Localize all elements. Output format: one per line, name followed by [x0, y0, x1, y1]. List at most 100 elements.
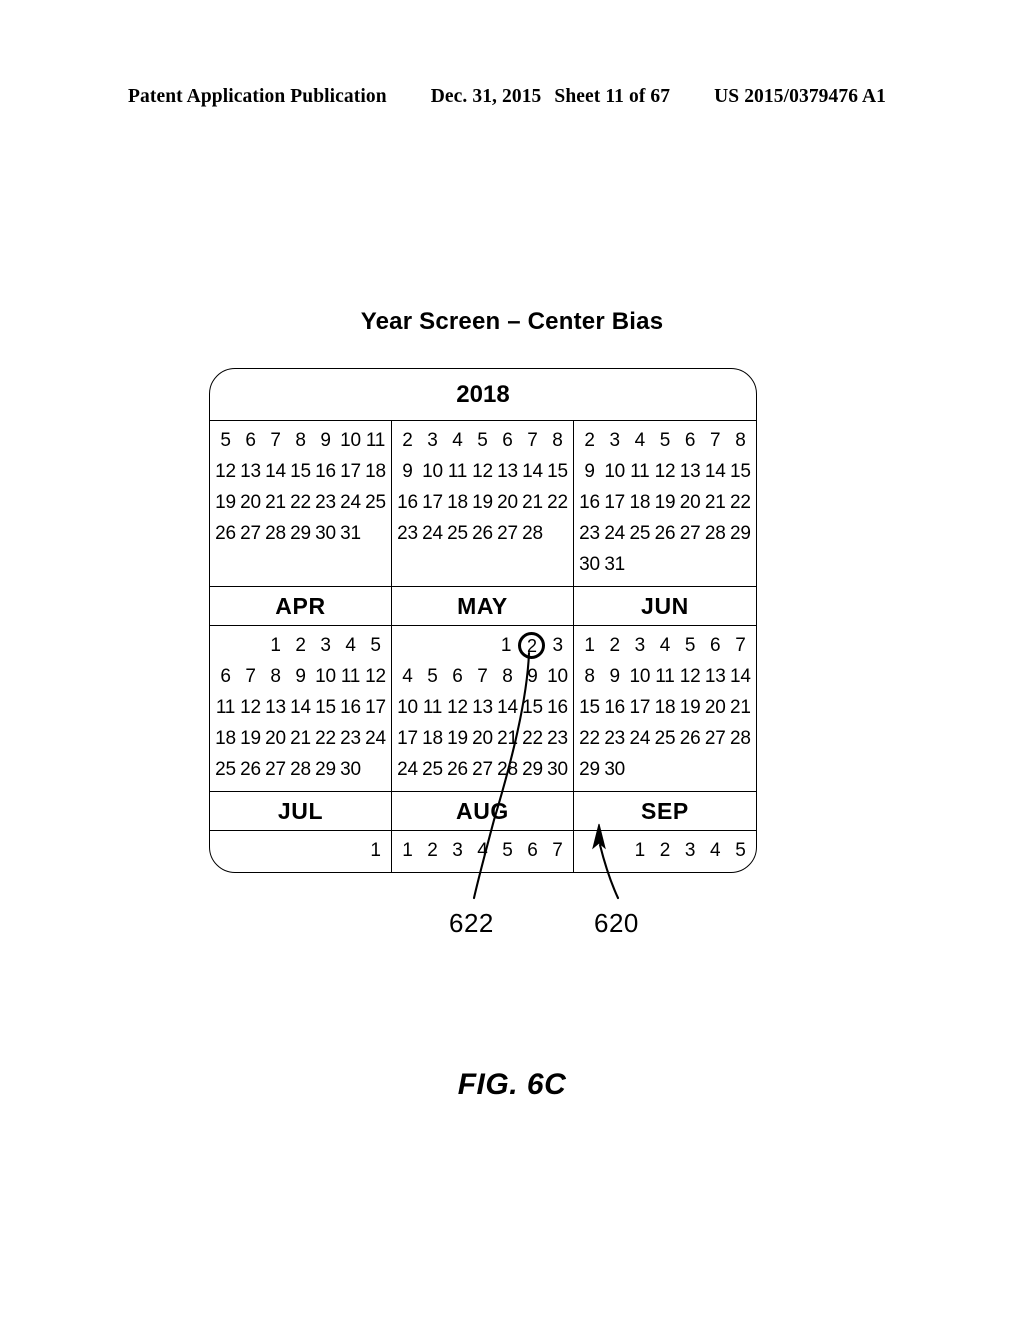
day-cell[interactable]: 13 — [678, 462, 703, 481]
day-cell[interactable]: 14 — [703, 462, 728, 481]
day-cell[interactable]: 18 — [420, 729, 445, 748]
day-cell[interactable]: 25 — [627, 524, 652, 543]
day-cell[interactable]: 20 — [470, 729, 495, 748]
day-cell[interactable]: 9 — [520, 667, 545, 686]
day-cell[interactable]: 8 — [495, 667, 520, 686]
day-cell[interactable]: 5 — [678, 636, 703, 655]
day-cell[interactable]: 27 — [678, 524, 703, 543]
day-cell[interactable]: 12 — [213, 462, 238, 481]
day-cell[interactable]: 7 — [238, 667, 263, 686]
day-cell[interactable]: 24 — [602, 524, 627, 543]
day-cell[interactable]: 13 — [703, 667, 728, 686]
day-cell[interactable]: 30 — [545, 760, 570, 779]
day-cell[interactable]: 12 — [470, 462, 495, 481]
day-cell[interactable]: 17 — [602, 493, 627, 512]
day-cell[interactable]: 8 — [577, 667, 602, 686]
day-cell[interactable]: 12 — [363, 667, 388, 686]
day-cell[interactable]: 20 — [678, 493, 703, 512]
day-cell[interactable]: 13 — [470, 698, 495, 717]
day-cell[interactable]: 19 — [213, 493, 238, 512]
day-cell[interactable]: 28 — [495, 760, 520, 779]
calendar-column-1b[interactable]: 2 3 4 5 6 7 8 9 10 11 12 13 14 15 16 17 18 19 20 21 22 23 24 25… — [392, 421, 574, 586]
day-cell[interactable]: 16 — [602, 698, 627, 717]
day-cell[interactable]: 15 — [313, 698, 338, 717]
day-cell[interactable]: 25 — [213, 760, 238, 779]
day-cell[interactable]: 9 — [313, 431, 338, 450]
day-cell[interactable]: 28 — [263, 524, 288, 543]
day-cell[interactable]: 6 — [520, 841, 545, 860]
day-cell[interactable]: 14 — [263, 462, 288, 481]
day-cell[interactable]: 16 — [313, 462, 338, 481]
day-cell[interactable]: 14 — [728, 667, 753, 686]
day-cell[interactable]: 8 — [728, 431, 753, 450]
day-cell[interactable]: 21 — [520, 493, 545, 512]
day-cell[interactable]: 29 — [313, 760, 338, 779]
day-cell[interactable]: 9 — [395, 462, 420, 481]
day-cell[interactable]: 26 — [652, 524, 677, 543]
day-cell[interactable]: 19 — [652, 493, 677, 512]
day-cell[interactable]: 5 — [652, 431, 677, 450]
day-cell[interactable]: 4 — [652, 636, 677, 655]
day-cell[interactable]: 9 — [288, 667, 313, 686]
day-cell[interactable]: 20 — [703, 698, 728, 717]
day-cell[interactable]: 4 — [338, 636, 363, 655]
day-cell[interactable]: 4 — [703, 841, 728, 860]
day-cell[interactable]: 26 — [470, 524, 495, 543]
day-cell[interactable]: 14 — [288, 698, 313, 717]
month-cell-sep[interactable]: SEP — [574, 792, 756, 830]
day-cell[interactable]: 15 — [520, 698, 545, 717]
day-cell[interactable]: 28 — [520, 524, 545, 543]
month-cell-jun[interactable]: JUN — [574, 587, 756, 625]
day-cell[interactable]: 15 — [288, 462, 313, 481]
day-cell[interactable]: 24 — [363, 729, 388, 748]
month-cell-jul[interactable]: JUL — [210, 792, 392, 830]
day-cell[interactable]: 20 — [263, 729, 288, 748]
calendar-column-1a[interactable]: 5 6 7 8 9 10 11 12 13 14 15 16 17 18 19 20 21 22 23 24 25 26 2… — [210, 421, 392, 586]
day-cell[interactable]: 13 — [495, 462, 520, 481]
day-cell[interactable]: 3 — [445, 841, 470, 860]
day-cell[interactable]: 28 — [288, 760, 313, 779]
month-cell-aug[interactable]: AUG — [392, 792, 574, 830]
day-cell[interactable]: 24 — [338, 493, 363, 512]
day-cell[interactable]: 10 — [395, 698, 420, 717]
day-cell[interactable]: 18 — [213, 729, 238, 748]
day-cell[interactable]: 1 — [363, 841, 388, 860]
day-cell[interactable]: 15 — [577, 698, 602, 717]
day-cell[interactable]: 30 — [602, 760, 627, 779]
day-cell-selected[interactable]: 2 — [518, 632, 546, 659]
day-cell[interactable]: 6 — [445, 667, 470, 686]
day-cell[interactable]: 20 — [495, 493, 520, 512]
day-grid[interactable]: 1 2 3 4 5 6 7 8 9 10 11 12 13 14 15 16 17 18 19 20 21 22 23 24 2… — [574, 626, 756, 791]
month-cell-apr[interactable]: APR — [210, 587, 392, 625]
day-cell[interactable]: 19 — [445, 729, 470, 748]
day-cell[interactable]: 6 — [238, 431, 263, 450]
day-cell[interactable]: 9 — [577, 462, 602, 481]
day-cell[interactable]: 17 — [363, 698, 388, 717]
day-grid[interactable]: 2 3 4 5 6 7 8 9 10 11 12 13 14 15 16 17 18 19 20 21 22 23 24 25… — [392, 421, 573, 586]
day-cell[interactable]: 16 — [545, 698, 570, 717]
day-cell[interactable]: 20 — [238, 493, 263, 512]
day-cell[interactable]: 6 — [678, 431, 703, 450]
calendar-column-aug[interactable]: 1234567 — [392, 831, 574, 872]
day-cell[interactable]: 15 — [545, 462, 570, 481]
year-screen-calendar[interactable]: 2018 5 6 7 8 9 10 11 12 13 14 15 16 17 18 19 20 21 22 23 24… — [209, 368, 757, 873]
day-cell[interactable]: 5 — [420, 667, 445, 686]
day-cell[interactable]: 27 — [703, 729, 728, 748]
day-grid[interactable]: 1234567 — [392, 831, 573, 872]
day-cell[interactable]: 3 — [602, 431, 627, 450]
day-cell[interactable]: 11 — [420, 698, 445, 717]
day-cell[interactable]: 22 — [520, 729, 545, 748]
day-cell[interactable]: 22 — [728, 493, 753, 512]
day-cell[interactable]: 21 — [263, 493, 288, 512]
day-cell[interactable]: 10 — [420, 462, 445, 481]
day-cell[interactable]: 28 — [728, 729, 753, 748]
day-cell[interactable]: 7 — [728, 636, 753, 655]
day-cell[interactable]: 10 — [313, 667, 338, 686]
day-cell[interactable]: 12 — [238, 698, 263, 717]
day-cell[interactable]: 5 — [728, 841, 753, 860]
day-cell[interactable]: 17 — [338, 462, 363, 481]
day-cell[interactable]: 11 — [652, 667, 677, 686]
day-cell[interactable]: 14 — [495, 698, 520, 717]
day-cell[interactable]: 5 — [470, 431, 495, 450]
day-cell[interactable]: 11 — [627, 462, 652, 481]
